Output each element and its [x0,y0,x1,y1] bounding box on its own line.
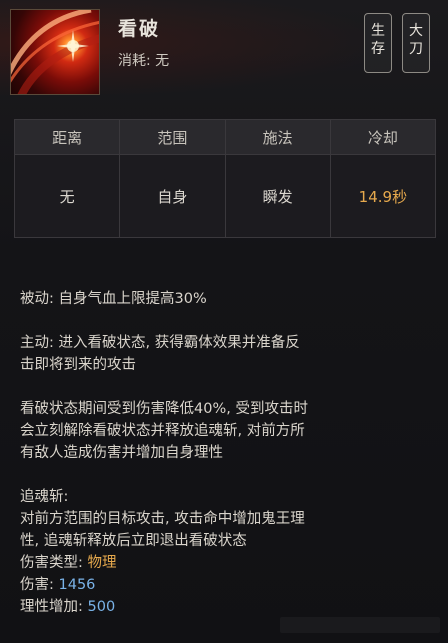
stat-value-cooldown: 14.9秒 [329,154,437,238]
stat-value-cast: 瞬发 [224,154,331,238]
skill-description: 被动: 自身气血上限提高30% 主动: 进入看破状态, 获得霸体效果并准备反 击… [20,288,440,618]
tag-char: 存 [371,41,385,57]
stat-header-range: 距离 [13,119,121,155]
damage-row: 伤害: 1456 [20,574,440,596]
stats-table: 距离 范围 施法 冷却 无 自身 瞬发 14.9秒 [13,119,437,238]
sub-skill-line: 性, 追魂斩释放后立即退出看破状态 [20,533,247,549]
cost-label: 消耗: [118,53,151,69]
active-text-line: 击即将到来的攻击 [20,357,136,373]
watermark [280,617,440,633]
sub-skill-line: 对前方范围的目标攻击, 攻击命中增加鬼王理 [20,511,305,527]
tag-char: 生 [371,23,385,39]
cost-value: 无 [155,53,170,69]
state-text-line: 会立刻解除看破状态并释放追魂斩, 对前方所 [20,423,305,439]
stat-header-cast: 施法 [224,119,331,155]
state-text-line: 看破状态期间受到伤害降低40%, 受到攻击时 [20,401,308,417]
damage-type-value: 物理 [87,555,117,571]
state-text-line: 有敌人造成伤害并增加自身理性 [20,445,223,461]
damage-type-label: 伤害类型: [20,555,83,571]
stat-value-range: 无 [13,154,121,238]
stats-value-row: 无 自身 瞬发 14.9秒 [13,154,437,238]
tag-survival: 生 存 [364,13,392,73]
slash-flare-icon [10,9,100,95]
reason-row: 理性增加: 500 [20,596,440,618]
stat-header-cooldown: 冷却 [329,119,437,155]
stat-value-area: 自身 [119,154,226,238]
stats-header-row: 距离 范围 施法 冷却 [13,119,437,155]
reason-value: 500 [87,599,116,615]
sub-skill-title: 追魂斩: [20,489,69,505]
stat-header-area: 范围 [119,119,226,155]
passive-text: 被动: 自身气血上限提高30% [20,291,207,307]
active-text-line: 主动: 进入看破状态, 获得霸体效果并准备反 [20,335,300,351]
damage-type-row: 伤害类型: 物理 [20,552,440,574]
tag-char: 刀 [409,41,423,57]
reason-label: 理性增加: [20,599,83,615]
skill-name: 看破 [118,18,161,40]
tag-char: 大 [409,23,423,39]
cost-row: 消耗: 无 [118,50,169,70]
damage-value: 1456 [58,577,96,593]
skill-tooltip: 看破 消耗: 无 生 存 大 刀 距离 范围 施法 冷却 无 自身 瞬发 14.… [0,0,448,643]
damage-label: 伤害: [20,577,54,593]
tag-weapon: 大 刀 [402,13,430,73]
